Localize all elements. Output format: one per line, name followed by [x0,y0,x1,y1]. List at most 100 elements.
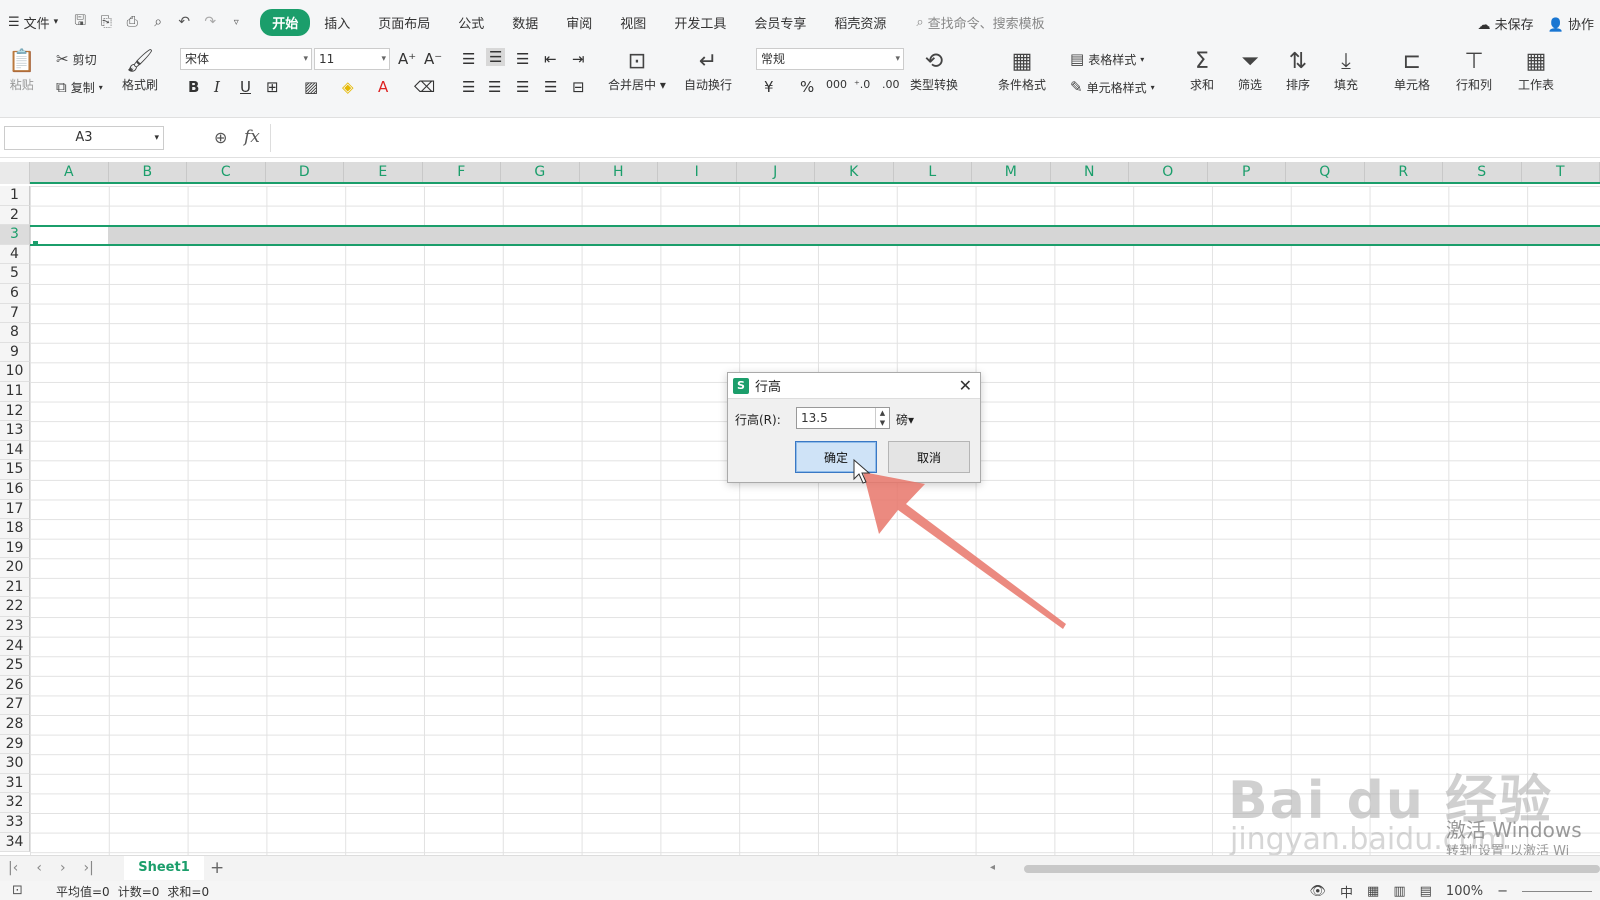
save-icon[interactable]: 🖫 [72,13,88,30]
row-header[interactable]: 5 [0,264,30,284]
fx-icon[interactable]: fx [244,127,260,147]
distributed-icon[interactable]: ⊟ [572,78,585,96]
row-header[interactable]: 28 [0,715,30,735]
column-header[interactable]: I [658,162,737,182]
row-header[interactable]: 26 [0,675,30,696]
align-bottom-icon[interactable]: ☰ [516,50,529,68]
paste-button[interactable]: 📋 粘贴 [8,48,35,93]
column-header[interactable]: M [972,162,1051,182]
cell-style-button[interactable]: ✎ 单元格样式 ▾ [1070,78,1155,96]
column-header[interactable]: T [1522,162,1600,182]
tab-4[interactable]: 数据 [498,9,552,36]
row-header[interactable]: 15 [0,460,30,480]
row-header[interactable]: 29 [0,734,30,755]
filter-button[interactable]: ⏷ 筛选 [1238,48,1262,93]
sum-button[interactable]: Σ 求和 [1190,48,1214,93]
tab-9[interactable]: 稻壳资源 [820,9,900,36]
next-sheet-icon[interactable]: › [60,860,66,876]
redo-icon[interactable]: ↷ [202,14,218,30]
collab-button[interactable]: 👤 协作 [1548,14,1594,33]
worksheet-button[interactable]: ▦ 工作表 [1518,48,1554,93]
number-format-select[interactable]: 常规 ▾ [756,48,904,70]
thousands-icon[interactable]: 000 [826,78,847,91]
row-header[interactable]: 32 [0,793,30,813]
horizontal-scrollbar[interactable]: ◂ [990,862,1600,874]
macro-record-icon[interactable]: ⊡ [12,883,23,898]
cancel-button[interactable]: 取消 [888,441,970,473]
zoom-slider[interactable] [1522,891,1592,892]
column-header[interactable]: N [1051,162,1129,182]
input-method-icon[interactable]: 中 [1340,882,1353,900]
dialog-titlebar[interactable]: S 行高 ✕ [728,373,980,399]
close-icon[interactable]: ✕ [959,376,972,395]
format-painter-button[interactable]: 🖌 格式刷 [122,48,158,93]
row-header[interactable]: 30 [0,754,30,774]
tab-1[interactable]: 插入 [310,9,364,36]
row-header[interactable]: 17 [0,499,30,520]
name-box[interactable]: A3 ▾ [4,126,164,150]
column-header[interactable]: A [30,162,109,182]
cell-button[interactable]: ⊏ 单元格 [1394,48,1430,93]
row-header[interactable]: 24 [0,636,30,657]
page-break-view-icon[interactable]: ▤ [1420,884,1432,899]
column-header[interactable]: H [580,162,658,182]
column-header[interactable]: Q [1286,162,1365,182]
sort-button[interactable]: ⇅ 排序 [1286,48,1310,93]
row-header[interactable]: 25 [0,656,30,676]
font-name-select[interactable]: 宋体 ▾ [180,48,312,70]
row-header[interactable]: 2 [0,205,30,226]
scroll-left-icon[interactable]: ◂ [990,862,995,873]
row-header[interactable]: 18 [0,519,30,539]
font-color-icon[interactable]: A [378,78,388,96]
column-header[interactable]: E [344,162,423,182]
align-top-icon[interactable]: ☰ [462,50,475,68]
column-header[interactable]: K [815,162,894,182]
align-middle-icon[interactable]: ☰ [486,48,506,66]
column-header[interactable]: S [1443,162,1522,182]
row-header[interactable]: 8 [0,323,30,343]
italic-icon[interactable]: I [214,78,220,96]
align-left-icon[interactable]: ☰ [462,78,475,96]
column-header[interactable]: P [1208,162,1286,182]
column-header[interactable]: R [1365,162,1443,182]
justify-icon[interactable]: ☰ [544,78,557,96]
row-height-input[interactable]: 13.5 ▲ ▼ [796,407,890,429]
sheet-tab[interactable]: Sheet1 [124,856,204,880]
page-layout-view-icon[interactable]: ▥ [1393,884,1405,899]
column-header[interactable]: O [1129,162,1208,182]
underline-icon[interactable]: U [240,78,251,96]
decimal-increase-icon[interactable]: ⁺.0 [854,78,870,91]
tab-0[interactable]: 开始 [260,8,311,36]
row-header[interactable]: 21 [0,577,30,598]
zoom-level[interactable]: 100% [1446,884,1483,899]
percent-icon[interactable]: % [800,78,814,96]
tab-7[interactable]: 开发工具 [660,9,740,36]
formula-input[interactable] [270,124,1600,152]
row-header[interactable]: 9 [0,342,30,363]
row-header[interactable]: 3 [0,225,30,245]
cell-fill-pattern-icon[interactable]: ▨ [304,78,318,96]
row-header[interactable]: 14 [0,440,30,461]
font-shrink-icon[interactable]: A⁻ [424,50,442,68]
ok-button[interactable]: 确定 [795,441,877,473]
scroll-thumb[interactable] [1024,865,1600,873]
merge-center-button[interactable]: ⊡ 合并居中 ▾ [608,48,666,93]
tab-8[interactable]: 会员专享 [740,9,820,36]
column-header[interactable]: D [266,162,344,182]
row-header[interactable]: 6 [0,283,30,304]
row-col-button[interactable]: ⊤ 行和列 [1456,48,1492,93]
row-header[interactable]: 13 [0,421,30,441]
row-header[interactable]: 1 [0,186,30,206]
add-sheet-icon[interactable]: + [210,858,224,878]
column-header[interactable]: G [501,162,580,182]
fill-button[interactable]: ⤓ 填充 [1334,48,1358,93]
customize-icon[interactable]: ▿ [228,14,244,30]
font-size-select[interactable]: 11 ▾ [314,48,390,70]
row-header[interactable]: 23 [0,617,30,637]
decimal-decrease-icon[interactable]: .00 [882,78,900,91]
row-header[interactable]: 12 [0,401,30,422]
conditional-format-button[interactable]: ▦ 条件格式 [998,48,1046,93]
unit-select[interactable]: 磅▾ [896,411,914,428]
row-header[interactable]: 22 [0,597,30,618]
cell-area[interactable] [30,186,1600,855]
